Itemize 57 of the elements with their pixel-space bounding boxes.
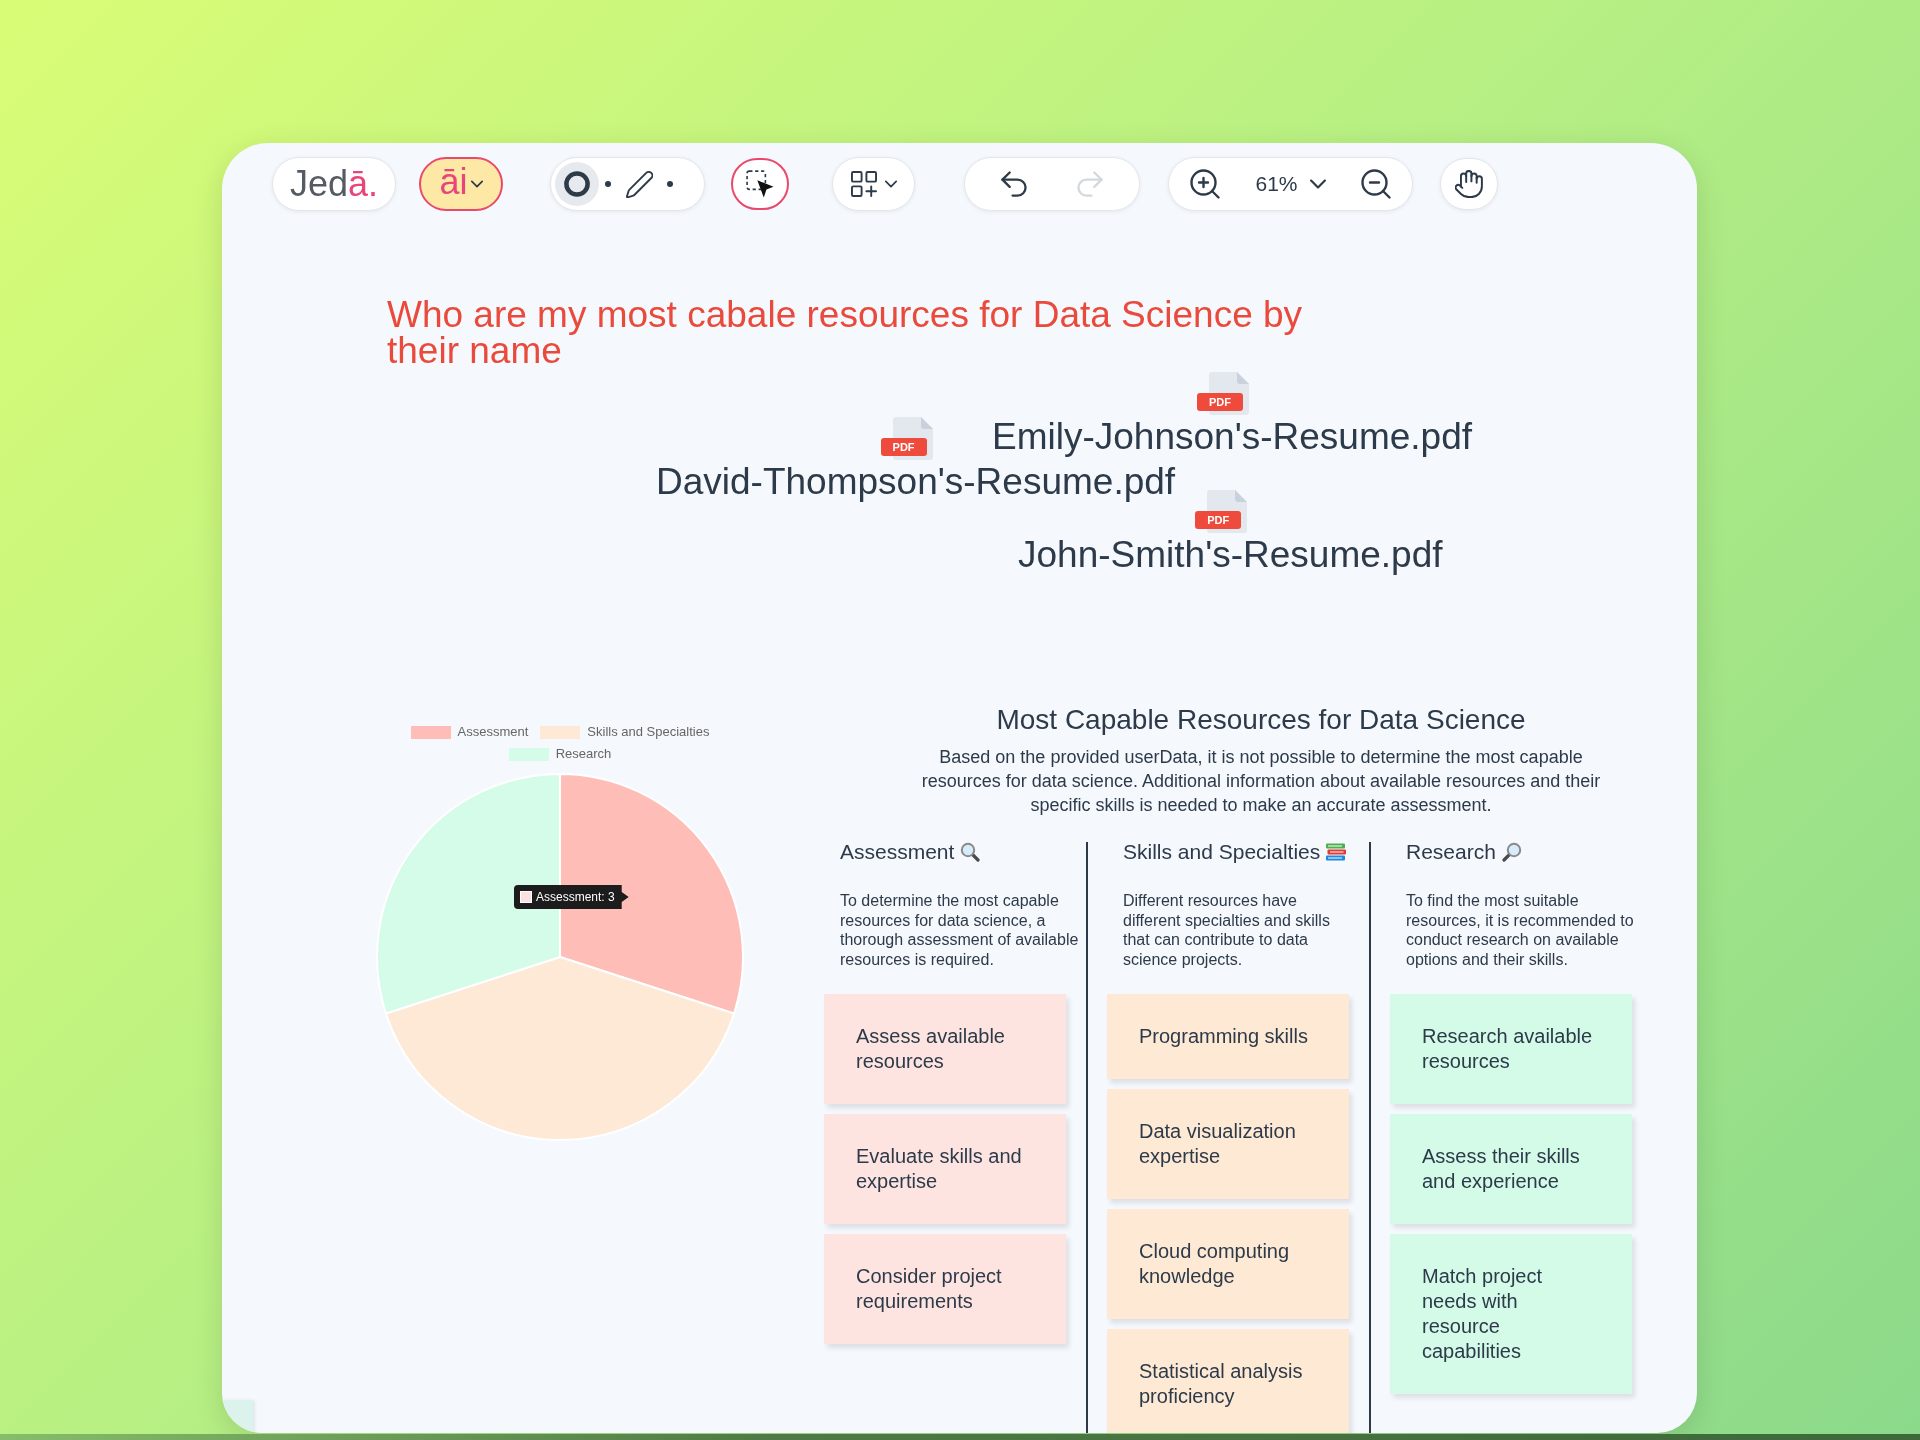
- ring-icon: [564, 171, 590, 197]
- legend-label: Research: [555, 747, 612, 761]
- column-description: To find the most suitable resources, it is recommended to conduct research on available options and their skills.: [1406, 891, 1635, 969]
- file-name: John-Smith's-Resume.pdf: [1018, 533, 1443, 577]
- tooltip-swatch-icon: [520, 891, 532, 903]
- prompt-text: Who are my most cabale resources for Data Science by their name: [387, 297, 1304, 369]
- redo-icon: [1075, 171, 1106, 197]
- section-title: Most Capable Resources for Data Science: [995, 703, 1527, 737]
- column-description: To determine the most capable resources for data science, a thorough assessment of available resources is required.: [840, 891, 1080, 969]
- legend-swatch-icon: [540, 725, 581, 739]
- grid-plus-icon: [850, 171, 877, 197]
- file-name: David-Thompson's-Resume.pdf: [656, 460, 1176, 504]
- undo-icon: [998, 171, 1029, 197]
- summary-text: Based on the provided userData, it is not possible to determine the most capable resources for data science. Additional information about available resources and their specific skills is needed to make an accurate assessment.: [920, 746, 1602, 817]
- column-heading: Skills and Specialties: [1123, 839, 1321, 865]
- magnifier-icon: [1501, 842, 1522, 862]
- legend-label: Skills and Specialties: [587, 725, 710, 739]
- file-type-badge: PDF: [880, 438, 927, 456]
- circle-tool-button[interactable]: [555, 162, 599, 206]
- chevron-down-icon: [884, 180, 897, 188]
- sticky-note: Programming skills: [1107, 994, 1349, 1079]
- column-heading: Assessment: [840, 839, 955, 865]
- column-description: Different resources have different specialties and skills that can contribute to data science projects.: [1123, 891, 1331, 969]
- app-logo: Jedā.: [272, 157, 396, 211]
- pencil-icon: [625, 170, 653, 198]
- legend-label: Assessment: [457, 725, 529, 739]
- legend-swatch-icon: [410, 725, 451, 739]
- legend-swatch-icon: [508, 747, 549, 761]
- panel-edge: [222, 1400, 253, 1433]
- file-name: Emily-Johnson's-Resume.pdf: [992, 415, 1473, 459]
- zoom-in-icon: [1190, 169, 1220, 199]
- zoom-out-icon: [1361, 169, 1391, 199]
- sticky-note: Match project needs with resource capabilities: [1390, 1234, 1632, 1394]
- pan-tool-button[interactable]: [1440, 158, 1498, 210]
- sticky-note: Research available resources: [1390, 994, 1632, 1104]
- sticky-note: Data visualization expertise: [1107, 1089, 1349, 1199]
- sticky-note: Evaluate skills and expertise: [824, 1114, 1066, 1224]
- sticky-note: Assess their skills and experience: [1390, 1114, 1632, 1224]
- zoom-level-dropdown[interactable]: 61%: [1255, 162, 1326, 206]
- file-type-badge: PDF: [1195, 511, 1242, 529]
- tooltip-text: Assessment: 3: [536, 891, 615, 903]
- sticky-note: Cloud computing knowledge: [1107, 1209, 1349, 1319]
- sticky-note: Consider project requirements: [824, 1234, 1066, 1344]
- hand-icon: [1455, 170, 1483, 198]
- dot-icon: [667, 181, 673, 187]
- books-icon: [1326, 843, 1347, 861]
- selection-cursor-icon: [746, 170, 774, 198]
- magnifier-icon: [960, 842, 981, 862]
- column-heading: Research: [1406, 839, 1496, 865]
- chevron-down-icon: [470, 180, 483, 188]
- select-tool-button[interactable]: [731, 158, 789, 210]
- grid-menu-button[interactable]: [832, 157, 915, 211]
- dot-icon: [605, 181, 611, 187]
- sticky-note: Statistical analysis proficiency: [1107, 1329, 1349, 1433]
- chevron-down-icon: [1309, 179, 1326, 189]
- file-type-badge: PDF: [1197, 393, 1243, 411]
- sticky-note: Assess available resources: [824, 994, 1066, 1104]
